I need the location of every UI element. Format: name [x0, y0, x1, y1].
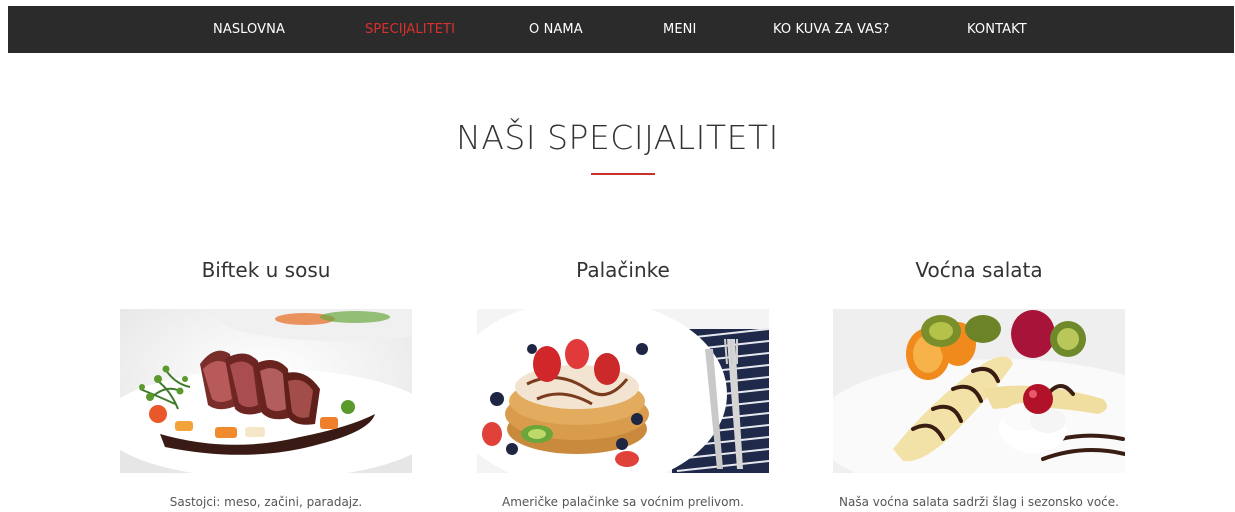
- nav-item-o-nama[interactable]: O NAMA: [529, 6, 583, 53]
- specialty-title: Voćna salata: [915, 258, 1043, 282]
- specialty-image-vocna-salata[interactable]: [833, 309, 1125, 473]
- specialty-title: Palačinke: [576, 258, 670, 282]
- nav-item-meni[interactable]: MENI: [663, 6, 696, 53]
- specialty-description: Američke palačinke sa voćnim prelivom.: [502, 495, 744, 509]
- title-underline: [591, 173, 655, 175]
- specialty-image-biftek[interactable]: [120, 309, 412, 473]
- specialty-description: Naša voćna salata sadrži šlag i sezonsko…: [839, 495, 1119, 509]
- nav-item-ko-kuva[interactable]: KO KUVA ZA VAS?: [773, 6, 890, 53]
- nav-item-specijaliteti[interactable]: SPECIJALITETI: [365, 6, 455, 53]
- nav-item-naslovna[interactable]: NASLOVNA: [213, 6, 285, 53]
- main-navbar: NASLOVNA SPECIJALITETI O NAMA MENI KO KU…: [8, 6, 1234, 53]
- specialty-image-palacinke[interactable]: [477, 309, 769, 473]
- page: NASLOVNA SPECIJALITETI O NAMA MENI KO KU…: [0, 0, 1235, 512]
- specialty-description: Sastojci: meso, začini, paradajz.: [169, 495, 363, 509]
- nav-item-kontakt[interactable]: KONTAKT: [967, 6, 1027, 53]
- section-title: NAŠI SPECIJALITETI: [456, 118, 779, 157]
- specialty-title: Biftek u sosu: [201, 258, 331, 282]
